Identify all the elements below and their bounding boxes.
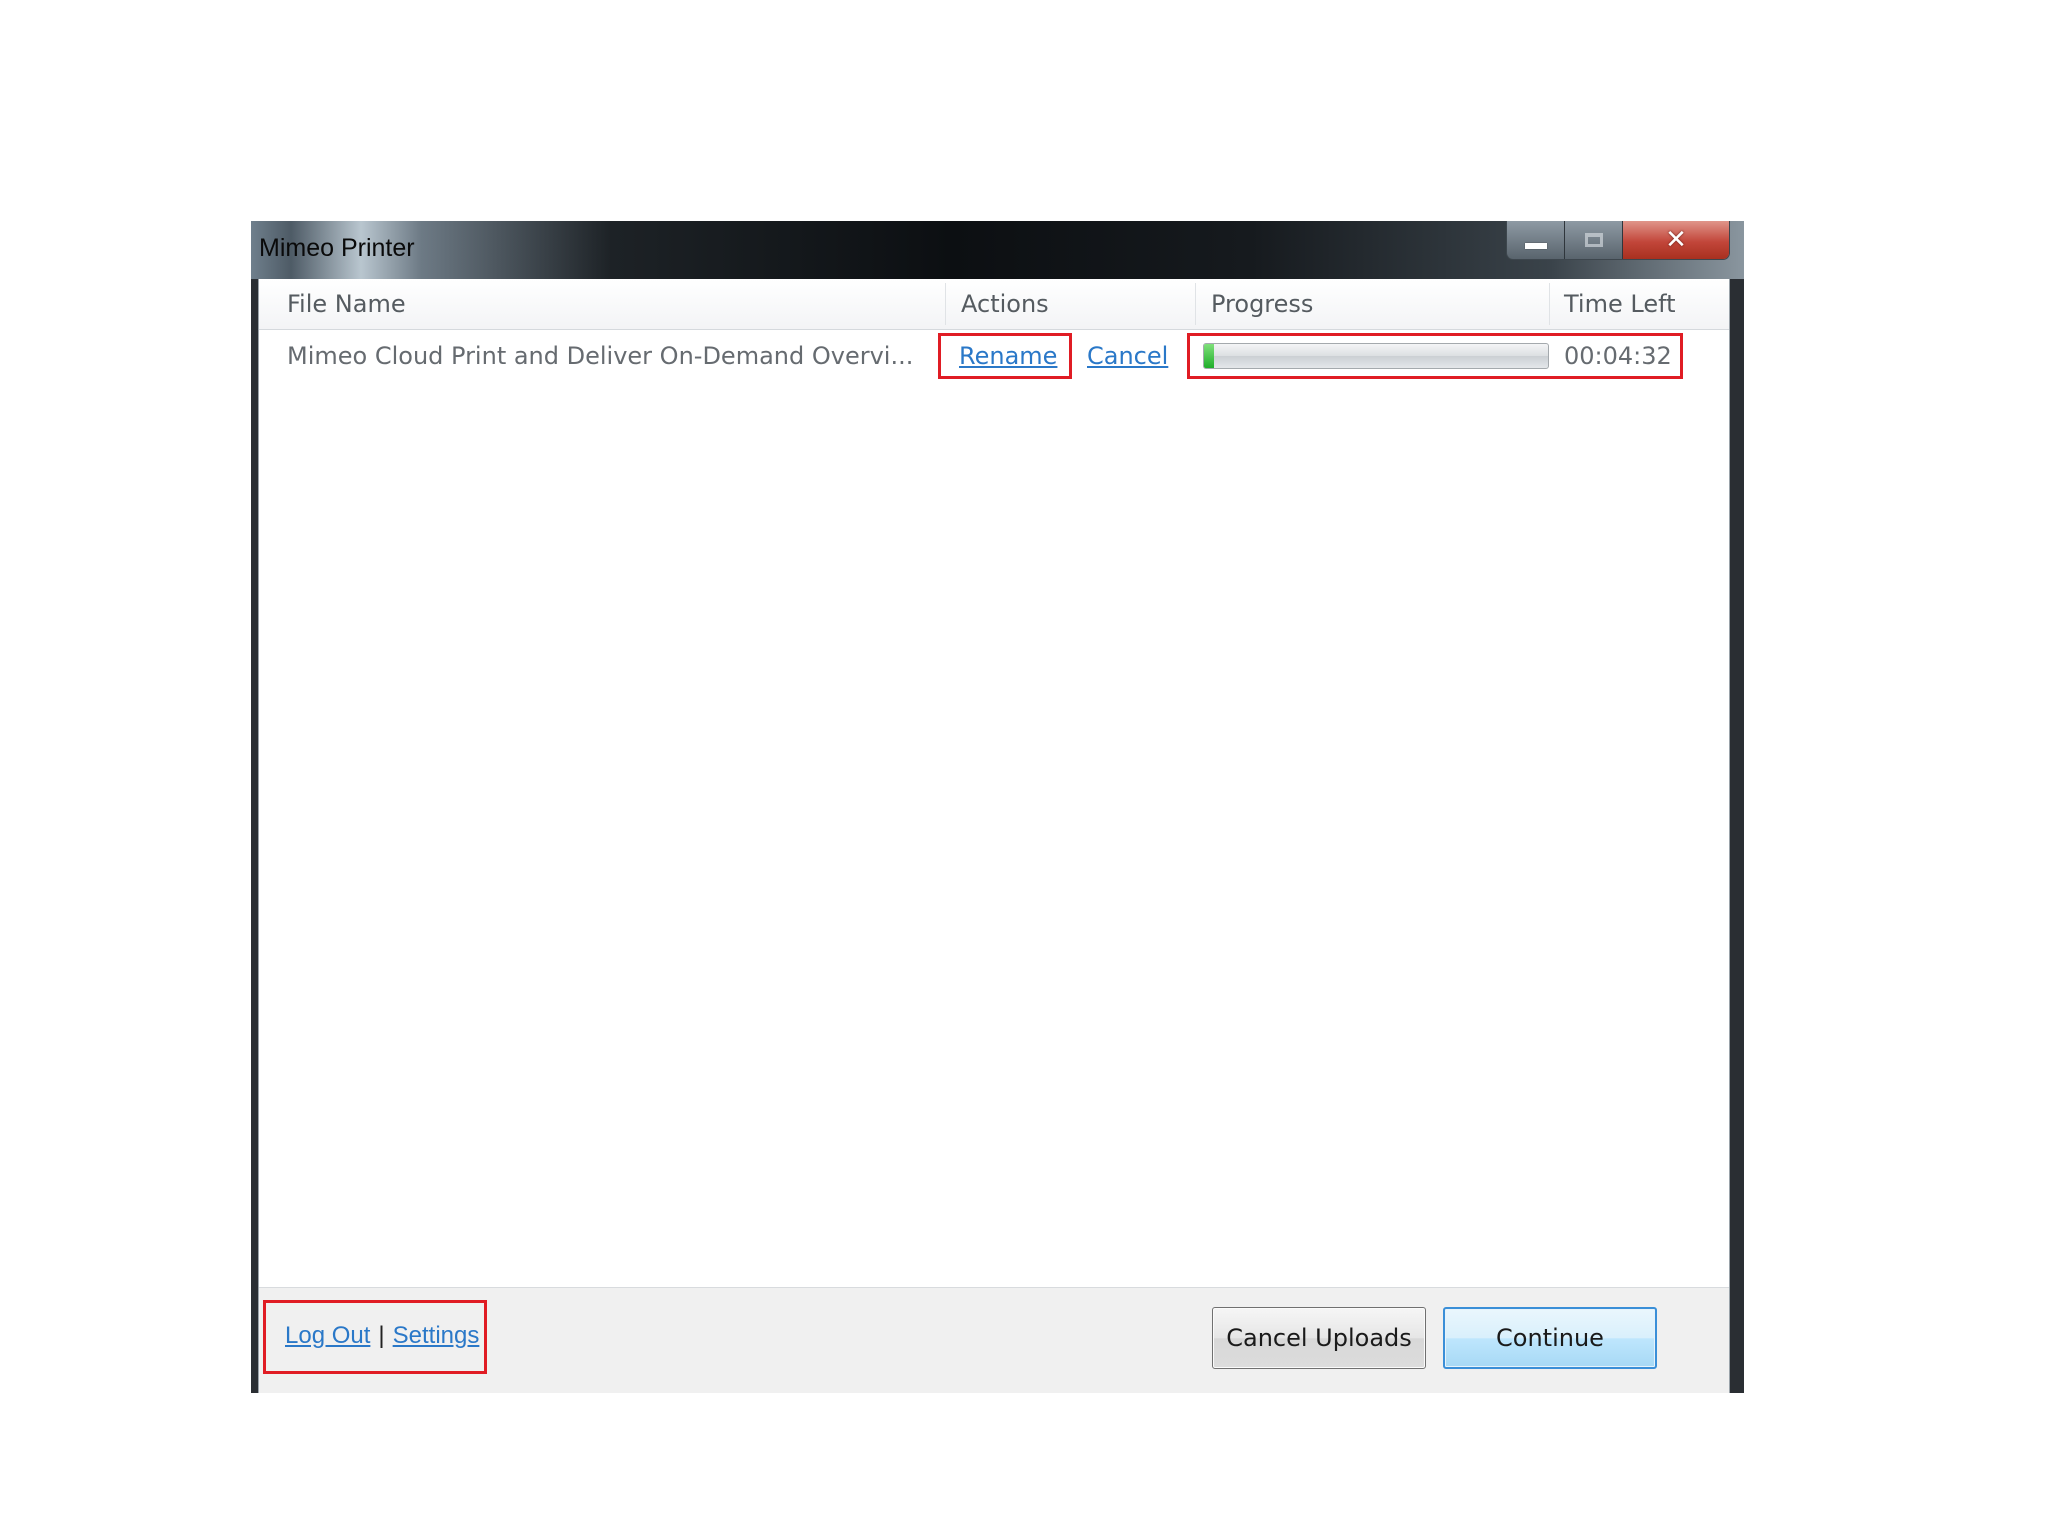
- cancel-uploads-button[interactable]: Cancel Uploads: [1212, 1307, 1426, 1369]
- column-header-file-name[interactable]: File Name: [287, 279, 406, 329]
- column-divider[interactable]: [1549, 283, 1550, 325]
- minimize-icon: [1524, 243, 1547, 249]
- close-icon: ✕: [1665, 225, 1687, 255]
- footer-bar: Log Out | Settings Cancel Uploads Continue: [259, 1287, 1729, 1393]
- cancel-upload-link[interactable]: Cancel: [1087, 331, 1168, 381]
- upload-progress-bar: [1203, 343, 1549, 369]
- link-separator: |: [378, 1322, 385, 1349]
- maximize-icon: [1584, 233, 1603, 247]
- continue-button[interactable]: Continue: [1443, 1307, 1657, 1369]
- column-divider[interactable]: [1195, 283, 1196, 325]
- column-header-time-left[interactable]: Time Left: [1564, 279, 1676, 329]
- minimize-button[interactable]: [1507, 221, 1565, 259]
- client-area: File Name Actions Progress Time Left Mim…: [258, 279, 1730, 1393]
- settings-link[interactable]: Settings: [393, 1322, 480, 1349]
- upload-row: Mimeo Cloud Print and Deliver On-Demand …: [259, 331, 1729, 381]
- time-left-cell: 00:04:32: [1564, 342, 1672, 370]
- column-divider[interactable]: [945, 283, 946, 325]
- file-name-cell: Mimeo Cloud Print and Deliver On-Demand …: [287, 342, 914, 370]
- mimeo-printer-window: Mimeo Printer ✕ File Name Actions Progre…: [251, 221, 1744, 1393]
- column-header-progress[interactable]: Progress: [1211, 279, 1313, 329]
- close-button[interactable]: ✕: [1623, 221, 1729, 259]
- caption-buttons: ✕: [1506, 221, 1730, 260]
- log-out-link[interactable]: Log Out: [285, 1322, 370, 1349]
- window-title: Mimeo Printer: [259, 234, 415, 262]
- column-header-actions[interactable]: Actions: [961, 279, 1049, 329]
- title-bar[interactable]: Mimeo Printer ✕: [251, 221, 1744, 279]
- upload-progress-fill: [1204, 344, 1215, 368]
- maximize-button[interactable]: [1565, 221, 1623, 259]
- rename-link[interactable]: Rename: [959, 331, 1057, 381]
- upload-list-header: File Name Actions Progress Time Left: [259, 279, 1729, 330]
- footer-links: Log Out | Settings: [285, 1322, 479, 1350]
